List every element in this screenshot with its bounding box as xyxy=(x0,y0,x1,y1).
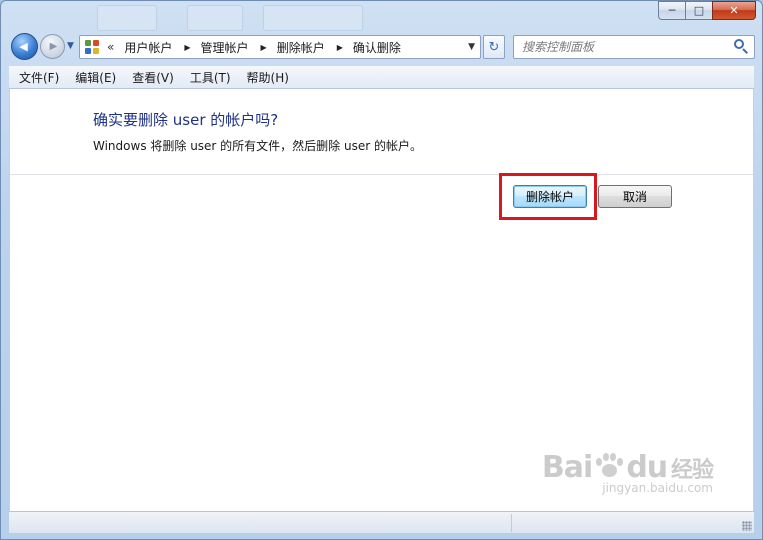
forward-button[interactable]: ▶ xyxy=(40,34,65,59)
background-window-ghost xyxy=(187,5,243,31)
status-separator xyxy=(511,514,512,532)
address-dropdown-icon[interactable]: ▼ xyxy=(468,42,475,52)
back-button[interactable]: ◀ xyxy=(11,33,38,60)
resize-grip-icon[interactable] xyxy=(742,521,752,531)
close-button[interactable]: ✕ xyxy=(712,1,756,20)
recent-pages-button[interactable]: ▼ xyxy=(67,41,74,51)
breadcrumb-chevron-icon[interactable]: ▶ xyxy=(184,43,190,52)
baidu-paw-icon xyxy=(594,452,624,480)
refresh-icon: ↻ xyxy=(488,39,500,55)
breadcrumb-chevron-icon[interactable]: ▶ xyxy=(337,43,343,52)
breadcrumb-delete-account[interactable]: 删除帐户 xyxy=(277,39,325,56)
breadcrumb-chevron-icon[interactable]: ▶ xyxy=(261,43,267,52)
minimize-button[interactable]: ─ xyxy=(658,1,685,20)
control-panel-window: ─ □ ✕ ◀ ▶ ▼ « 用户帐户 ▶ 管理帐户 ▶ 删除帐户 ▶ 确认删除 … xyxy=(0,0,763,540)
watermark-logo-right: du xyxy=(626,450,668,485)
breadcrumb-confirm-delete[interactable]: 确认删除 xyxy=(353,39,401,56)
content-divider xyxy=(10,174,753,175)
caption-buttons: ─ □ ✕ xyxy=(658,1,756,20)
search-input[interactable] xyxy=(522,40,731,54)
menu-edit[interactable]: 编辑(E) xyxy=(67,69,124,86)
control-panel-icon xyxy=(84,39,100,55)
search-box[interactable] xyxy=(513,35,755,59)
watermark-logo-left: Bai xyxy=(541,450,593,485)
menu-bar: 文件(F) 编辑(E) 查看(V) 工具(T) 帮助(H) xyxy=(9,66,754,89)
menu-file[interactable]: 文件(F) xyxy=(9,69,67,86)
breadcrumb-user-accounts[interactable]: 用户帐户 xyxy=(124,39,172,56)
baidu-watermark: Bai du 经验 jingyan.baidu.com xyxy=(541,450,714,495)
delete-account-button[interactable]: 删除帐户 xyxy=(513,185,587,208)
cancel-button[interactable]: 取消 xyxy=(598,185,672,208)
menu-view[interactable]: 查看(V) xyxy=(124,69,182,86)
page-title: 确实要删除 user 的帐户吗? xyxy=(93,111,279,129)
watermark-logo-suffix: 经验 xyxy=(670,458,714,483)
address-bar[interactable]: « 用户帐户 ▶ 管理帐户 ▶ 删除帐户 ▶ 确认删除 ▼ xyxy=(79,35,481,59)
navigation-bar: ◀ ▶ ▼ « 用户帐户 ▶ 管理帐户 ▶ 删除帐户 ▶ 确认删除 ▼ ↻ xyxy=(1,31,762,63)
refresh-button[interactable]: ↻ xyxy=(483,35,505,59)
maximize-button[interactable]: □ xyxy=(685,1,712,20)
background-window-ghost xyxy=(97,5,157,31)
page-description: Windows 将删除 user 的所有文件，然后删除 user 的帐户。 xyxy=(93,139,422,153)
menu-help[interactable]: 帮助(H) xyxy=(239,69,297,86)
status-bar xyxy=(9,511,754,533)
background-window-ghost xyxy=(263,5,363,31)
search-icon[interactable] xyxy=(731,37,751,57)
menu-tools[interactable]: 工具(T) xyxy=(182,69,239,86)
breadcrumb-overflow-button[interactable]: « xyxy=(107,40,114,54)
forward-arrow-icon: ▶ xyxy=(49,41,58,52)
main-content: 确实要删除 user 的帐户吗? Windows 将删除 user 的所有文件，… xyxy=(9,89,754,511)
breadcrumb-manage-accounts[interactable]: 管理帐户 xyxy=(201,39,249,56)
back-arrow-icon: ◀ xyxy=(19,40,28,53)
